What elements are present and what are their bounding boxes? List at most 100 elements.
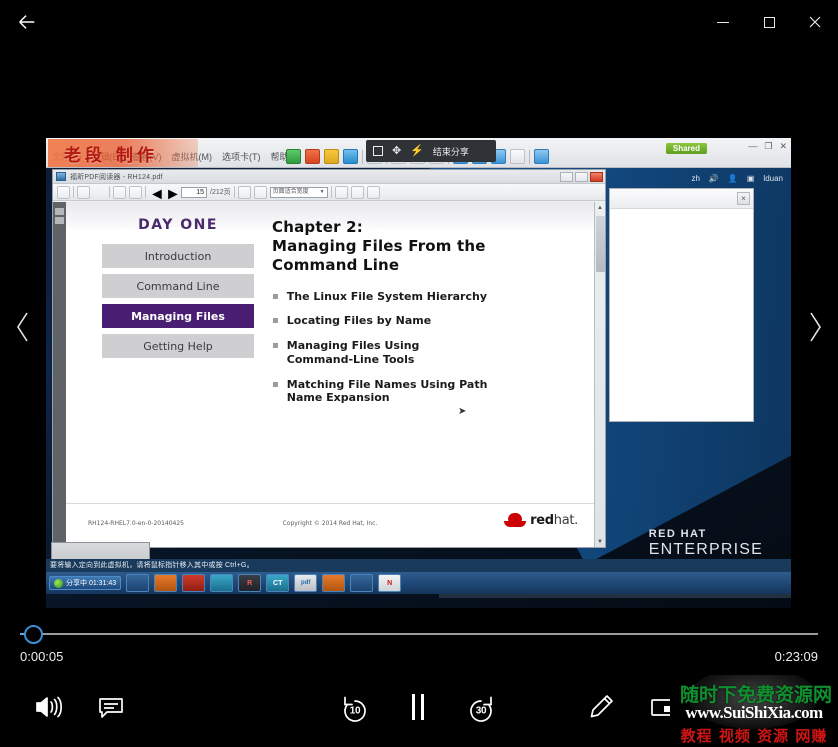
vm-taskbar: 分享中 01:31:43 R CT pdf N	[46, 572, 791, 594]
minimize-button[interactable]	[700, 0, 746, 44]
pdf-zoom-out-icon[interactable]	[254, 186, 267, 199]
taskbar-item[interactable]	[210, 574, 233, 592]
taskbar-item[interactable]	[126, 574, 149, 592]
site-watermark: 随时下免费资源网 www.SuiShiXia.com 教程 视频 资源 网赚	[670, 675, 838, 747]
slide-bullet-text: Locating Files by Name	[287, 314, 431, 328]
previous-chevron-icon[interactable]	[4, 297, 42, 357]
pdf-page-input[interactable]: 15	[181, 187, 207, 198]
scroll-up-arrow-icon[interactable]: ▲	[595, 202, 605, 213]
taskbar-item[interactable]	[322, 574, 345, 592]
volume-button[interactable]	[22, 681, 74, 733]
seek-track[interactable]	[20, 633, 818, 635]
taskbar-item[interactable]: CT	[266, 574, 289, 592]
menu-tabs[interactable]: 选项卡(T)	[222, 150, 261, 163]
author-watermark-text: 老段 制作	[64, 141, 158, 166]
taskbar-item[interactable]: pdf	[294, 574, 317, 592]
vm-restart-icon[interactable]	[343, 149, 358, 164]
pdf-fullscreen-icon[interactable]	[367, 186, 380, 199]
seek-thumb[interactable]	[24, 625, 43, 644]
taskbar-item[interactable]: R	[238, 574, 261, 592]
toolbar-separator	[145, 186, 146, 198]
pdf-body: DAY ONE Introduction Command Line	[53, 202, 605, 547]
pdf-zoom-value: 页面适合宽度	[273, 187, 309, 197]
mouse-cursor-icon: ➤	[458, 406, 466, 417]
pdf-sidebar[interactable]	[53, 202, 66, 547]
share-stop-square-icon[interactable]	[373, 146, 383, 156]
tray-session-icon[interactable]: ▣	[747, 174, 755, 183]
share-pointer-icon[interactable]: ⚡	[410, 146, 424, 157]
tray-user-icon[interactable]: 👤	[728, 174, 738, 183]
pdf-minimize-icon[interactable]	[560, 172, 573, 182]
next-chevron-icon[interactable]	[796, 297, 834, 357]
pdf-thumbnails-icon[interactable]	[55, 208, 64, 215]
play-pause-button[interactable]	[392, 681, 444, 733]
vm-power-off-icon[interactable]	[305, 149, 320, 164]
taskbar-item[interactable]	[154, 574, 177, 592]
slide-title-line-1: Chapter 2:	[272, 218, 580, 237]
vm-power-on-icon[interactable]	[286, 149, 301, 164]
pdf-page-total: /212页	[210, 187, 231, 197]
edit-button[interactable]	[575, 681, 627, 733]
scroll-down-arrow-icon[interactable]: ▼	[595, 536, 605, 547]
vm-library-icon[interactable]	[534, 149, 549, 164]
pdf-next-page-icon[interactable]: ►	[165, 186, 178, 199]
close-icon[interactable]	[792, 0, 838, 44]
tray-volume-icon[interactable]: 🔊	[709, 174, 719, 183]
current-time-label: 0:00:05	[20, 649, 63, 664]
vm-minimize-icon[interactable]: —	[748, 141, 757, 152]
vm-lock-icon[interactable]	[510, 149, 525, 164]
pdf-open-icon[interactable]	[57, 186, 70, 199]
slide-copyright: Copyright © 2014 Red Hat, Inc.	[283, 520, 378, 527]
pdf-prev-page-icon[interactable]: ◄	[149, 186, 162, 199]
toolbar-separator	[362, 150, 363, 164]
taskbar-item[interactable]	[182, 574, 205, 592]
toolbar-separator	[234, 186, 235, 198]
pdf-maximize-icon[interactable]	[575, 172, 588, 182]
share-status-label: 分享中 01:31:43	[66, 578, 116, 588]
taskbar-item[interactable]: N	[378, 574, 401, 592]
pdf-hand-icon[interactable]	[77, 186, 90, 199]
slide-nav-getting-help: Getting Help	[102, 334, 254, 358]
bullet-dot-icon: ▪	[272, 314, 279, 328]
captions-button[interactable]	[85, 681, 137, 733]
author-watermark: 老段 制作	[48, 139, 198, 167]
pdf-zoom-in-icon[interactable]	[238, 186, 251, 199]
slide-bullet-text: Managing Files Using Command-Line Tools	[287, 339, 420, 367]
pdf-page-view[interactable]: DAY ONE Introduction Command Line	[66, 202, 594, 547]
bullet-dot-icon: ▪	[272, 378, 279, 406]
slide-nav-command-line: Command Line	[102, 274, 254, 298]
vm-suspend-icon[interactable]	[324, 149, 339, 164]
back-button[interactable]	[0, 0, 54, 44]
maximize-button[interactable]	[746, 0, 792, 44]
pdf-scrollbar[interactable]: ▲ ▼	[594, 202, 605, 547]
pdf-close-icon[interactable]	[590, 172, 603, 182]
taskbar-share-status[interactable]: 分享中 01:31:43	[49, 576, 121, 590]
pdf-print-icon[interactable]	[335, 186, 348, 199]
pdf-text-select-icon[interactable]	[93, 186, 106, 199]
pdf-bookmarks-icon[interactable]	[55, 217, 64, 224]
toolbar-separator	[109, 186, 110, 198]
window-controls	[700, 0, 838, 44]
pdf-single-page-icon[interactable]	[113, 186, 126, 199]
tray-language[interactable]: zh	[691, 174, 699, 183]
end-share-button[interactable]: 结束分享	[433, 145, 469, 158]
pdf-zoom-select[interactable]: 页面适合宽度 ▼	[270, 187, 328, 198]
redhat-hat-icon	[504, 513, 526, 528]
pdf-search-icon[interactable]	[351, 186, 364, 199]
taskbar-item[interactable]	[350, 574, 373, 592]
slide-title-line-3: Command Line	[272, 256, 580, 275]
vm-restore-icon[interactable]: ❐	[764, 141, 772, 152]
forward-30-button[interactable]: 30	[455, 681, 507, 733]
watermark-line-2: www.SuiShiXia.com	[670, 703, 838, 723]
pdf-reader-window: 福昕PDF阅读器 - RH124.pdf	[52, 169, 606, 548]
video-stage[interactable]: RED HAT ENTERPRISE LINUX × 文件(F) 编辑(E)	[0, 44, 838, 609]
vm-close-icon[interactable]: ✕	[779, 141, 787, 152]
pdf-continuous-icon[interactable]	[129, 186, 142, 199]
scrollbar-thumb[interactable]	[596, 216, 605, 272]
pause-icon	[412, 694, 424, 720]
seek-bar[interactable]	[20, 623, 818, 645]
slide-course-code: RH124-RHEL7.0-en-0-20140425	[88, 520, 184, 527]
rewind-10-button[interactable]: 10	[329, 681, 381, 733]
share-move-icon[interactable]: ✥	[392, 146, 401, 157]
pdf-app-icon	[56, 172, 66, 181]
